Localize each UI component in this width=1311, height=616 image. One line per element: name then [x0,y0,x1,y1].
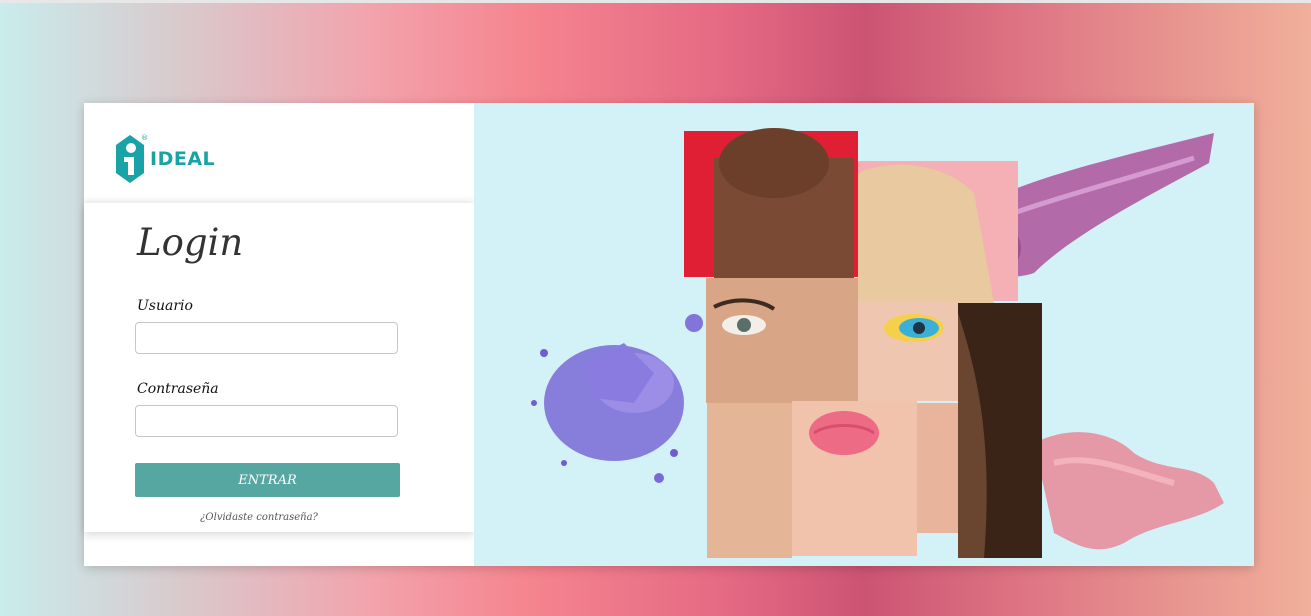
ideal-logo-icon: ® [116,134,148,183]
login-panel: ® IDEAL Login Usuario Contraseña ENTRAR … [84,103,474,566]
login-card: ® IDEAL Login Usuario Contraseña ENTRAR … [84,103,1254,566]
pink-brush-stroke [1034,432,1224,550]
top-border [0,0,1311,3]
password-input[interactable] [135,405,398,437]
username-input[interactable] [135,322,398,354]
forgot-password-link[interactable]: ¿Olvidaste contraseña? [84,512,434,523]
logo-text: IDEAL [150,148,216,170]
username-label: Usuario [137,298,193,314]
makeup-collage-illustration [531,128,1224,558]
page-title: Login [137,221,244,264]
brand-logo: ® IDEAL [112,133,215,185]
hero-image [474,103,1254,566]
login-button[interactable]: ENTRAR [135,463,400,497]
login-form: Login Usuario Contraseña ENTRAR ¿Olvidas… [84,203,474,532]
portrait-collage [684,128,1042,558]
password-label: Contraseña [137,381,219,397]
purple-powder-splash [531,314,703,483]
registered-mark: ® [141,134,148,142]
